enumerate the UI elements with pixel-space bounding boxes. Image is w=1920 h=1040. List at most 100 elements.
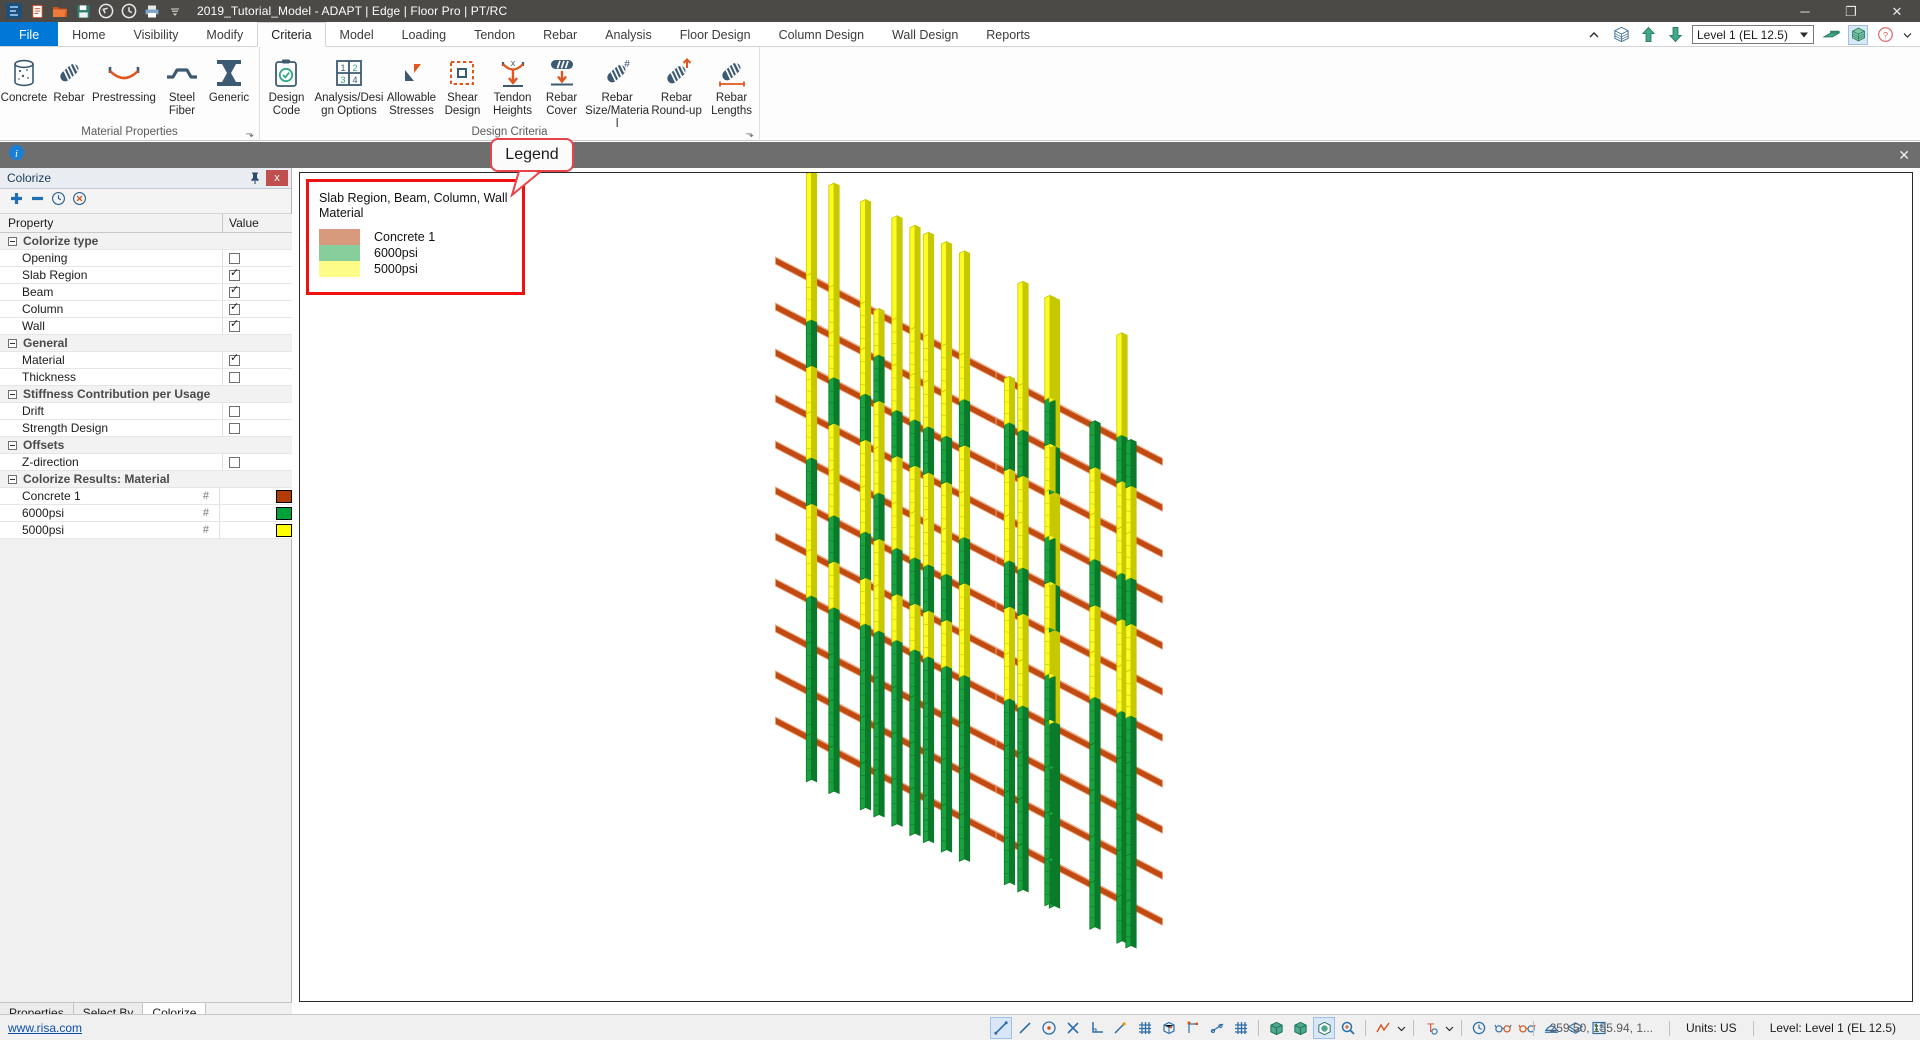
minimize-button[interactable]: ─ — [1782, 0, 1828, 22]
ribbon-button-prestressing[interactable]: Prestressing — [90, 52, 158, 105]
view-cube-iso-icon[interactable] — [1289, 1017, 1311, 1039]
delete-all-icon[interactable] — [72, 191, 87, 211]
checkbox-z-direction[interactable] — [229, 457, 240, 468]
app-logo-icon[interactable] — [4, 1, 24, 21]
checkbox-opening[interactable] — [229, 253, 240, 264]
zoom-icon[interactable] — [1337, 1017, 1359, 1039]
grid-row-6000psi[interactable]: 6000psi # — [0, 505, 292, 522]
grid-category-row[interactable]: Colorize Results: Material — [0, 471, 292, 488]
rotate-view-icon[interactable] — [1468, 1017, 1490, 1039]
refresh-icon[interactable] — [51, 191, 66, 211]
grid-snap-icon[interactable] — [1134, 1017, 1156, 1039]
remove-icon[interactable] — [30, 191, 45, 211]
grid-row-opening[interactable]: Opening — [0, 250, 292, 267]
shaded-view-icon[interactable] — [1313, 1017, 1335, 1039]
new-document-icon[interactable] — [27, 1, 47, 21]
level-select[interactable]: Level 1 (EL 12.5) — [1692, 25, 1814, 44]
ribbon-button-rebar-size-material[interactable]: # Rebar Size/Material — [585, 52, 649, 131]
checkbox-material[interactable] — [229, 355, 240, 366]
level-down-arrow-icon[interactable] — [1665, 25, 1685, 45]
ribbon-button-steel-fiber[interactable]: Steel Fiber — [158, 52, 206, 118]
grid-row-z-direction[interactable]: Z-direction — [0, 454, 292, 471]
ribbon-button-tendon-heights[interactable]: x Tendon Heights — [487, 52, 538, 118]
grid-row-column[interactable]: Column — [0, 301, 292, 318]
expander-icon[interactable] — [8, 339, 17, 348]
snap-nearest-icon[interactable] — [1110, 1017, 1132, 1039]
checkbox-thickness[interactable] — [229, 372, 240, 383]
customize-qat-icon[interactable] — [165, 1, 185, 21]
text-dropdown-icon[interactable] — [1444, 1017, 1455, 1039]
text-tool-icon[interactable]: T — [1420, 1017, 1442, 1039]
tab-reports[interactable]: Reports — [972, 22, 1044, 46]
tab-modify[interactable]: Modify — [192, 22, 257, 46]
ribbon-button-rebar-lengths[interactable]: Rebar Lengths — [704, 52, 759, 118]
node-snap-icon[interactable] — [1182, 1017, 1204, 1039]
tab-file[interactable]: File — [0, 22, 58, 46]
expander-icon[interactable] — [8, 390, 17, 399]
snap-perpendicular-icon[interactable] — [1086, 1017, 1108, 1039]
status-bar-website[interactable]: www.risa.com — [8, 1021, 82, 1035]
tab-rebar[interactable]: Rebar — [529, 22, 591, 46]
tab-model[interactable]: Model — [326, 22, 388, 46]
help-icon[interactable]: ? — [1875, 25, 1895, 45]
snap-segment-icon[interactable] — [1014, 1017, 1036, 1039]
snap-line-icon[interactable] — [990, 1017, 1012, 1039]
legend-box[interactable]: Slab Region, Beam, Column, Wall Material… — [306, 179, 525, 295]
ribbon-button-design-code[interactable]: Design Code — [260, 52, 313, 118]
ribbon-button-shear-design[interactable]: Shear Design — [438, 52, 487, 118]
redo-icon[interactable] — [119, 1, 139, 21]
grid-row-5000psi[interactable]: 5000psi # — [0, 522, 292, 539]
grid-row-material[interactable]: Material — [0, 352, 292, 369]
color-swatch-5000psi[interactable] — [276, 524, 292, 537]
multi-level-view-icon[interactable] — [1848, 25, 1868, 45]
grid-row-wall[interactable]: Wall — [0, 318, 292, 335]
help-dropdown-icon[interactable] — [1902, 25, 1912, 45]
website-link[interactable]: www.risa.com — [8, 1021, 82, 1035]
grid-category-row[interactable]: Colorize type — [0, 233, 292, 250]
single-level-view-icon[interactable] — [1821, 25, 1841, 45]
close-button[interactable]: ✕ — [1874, 0, 1920, 22]
ribbon-button-generic[interactable]: Generic — [206, 52, 252, 105]
tab-tendon[interactable]: Tendon — [460, 22, 529, 46]
grid-row-thickness[interactable]: Thickness — [0, 369, 292, 386]
undo-icon[interactable] — [96, 1, 116, 21]
tab-floor-design[interactable]: Floor Design — [666, 22, 765, 46]
grid-display-icon[interactable] — [1230, 1017, 1252, 1039]
color-swatch-6000psi[interactable] — [276, 507, 292, 520]
dimension-snap-icon[interactable] — [1206, 1017, 1228, 1039]
restore-button[interactable]: ❐ — [1828, 0, 1874, 22]
grid-row-concrete-1[interactable]: Concrete 1 # — [0, 488, 292, 505]
ribbon-button-allowable-stresses[interactable]: Allowable Stresses — [385, 52, 438, 118]
grid-category-row[interactable]: General — [0, 335, 292, 352]
checkbox-strength-design[interactable] — [229, 423, 240, 434]
snap-intersection-icon[interactable] — [1062, 1017, 1084, 1039]
checkbox-column[interactable] — [229, 304, 240, 315]
grid-row-drift[interactable]: Drift — [0, 403, 292, 420]
checkbox-slab-region[interactable] — [229, 270, 240, 281]
checkbox-beam[interactable] — [229, 287, 240, 298]
collapse-ribbon-icon[interactable] — [1584, 25, 1604, 45]
story-cube-icon[interactable] — [1611, 25, 1631, 45]
ribbon-button-analysis-design-options[interactable]: 1 2 3 4 Analysis/Design Options — [313, 52, 385, 118]
tab-wall-design[interactable]: Wall Design — [878, 22, 972, 46]
level-up-arrow-icon[interactable] — [1638, 25, 1658, 45]
save-icon[interactable] — [73, 1, 93, 21]
colorize-panel-close-button[interactable]: x — [266, 170, 288, 186]
info-bar-close-button[interactable]: ✕ — [1898, 148, 1910, 162]
checkbox-wall[interactable] — [229, 321, 240, 332]
tab-loading[interactable]: Loading — [388, 22, 461, 46]
polyline-tool-icon[interactable] — [1372, 1017, 1394, 1039]
add-icon[interactable] — [9, 191, 24, 211]
ribbon-button-rebar-roundup[interactable]: Rebar Round-up — [649, 52, 704, 118]
model-viewport[interactable]: Slab Region, Beam, Column, Wall Material… — [299, 172, 1913, 1002]
tab-home[interactable]: Home — [58, 22, 119, 46]
open-folder-icon[interactable] — [50, 1, 70, 21]
ribbon-button-rebar[interactable]: Rebar — [48, 52, 90, 105]
ribbon-button-concrete[interactable]: Concrete — [0, 52, 48, 105]
glasses-icon[interactable] — [1492, 1017, 1514, 1039]
ortho-box-icon[interactable] — [1158, 1017, 1180, 1039]
view-cube-front-icon[interactable] — [1265, 1017, 1287, 1039]
checkbox-drift[interactable] — [229, 406, 240, 417]
print-icon[interactable] — [142, 1, 162, 21]
tab-visibility[interactable]: Visibility — [120, 22, 193, 46]
